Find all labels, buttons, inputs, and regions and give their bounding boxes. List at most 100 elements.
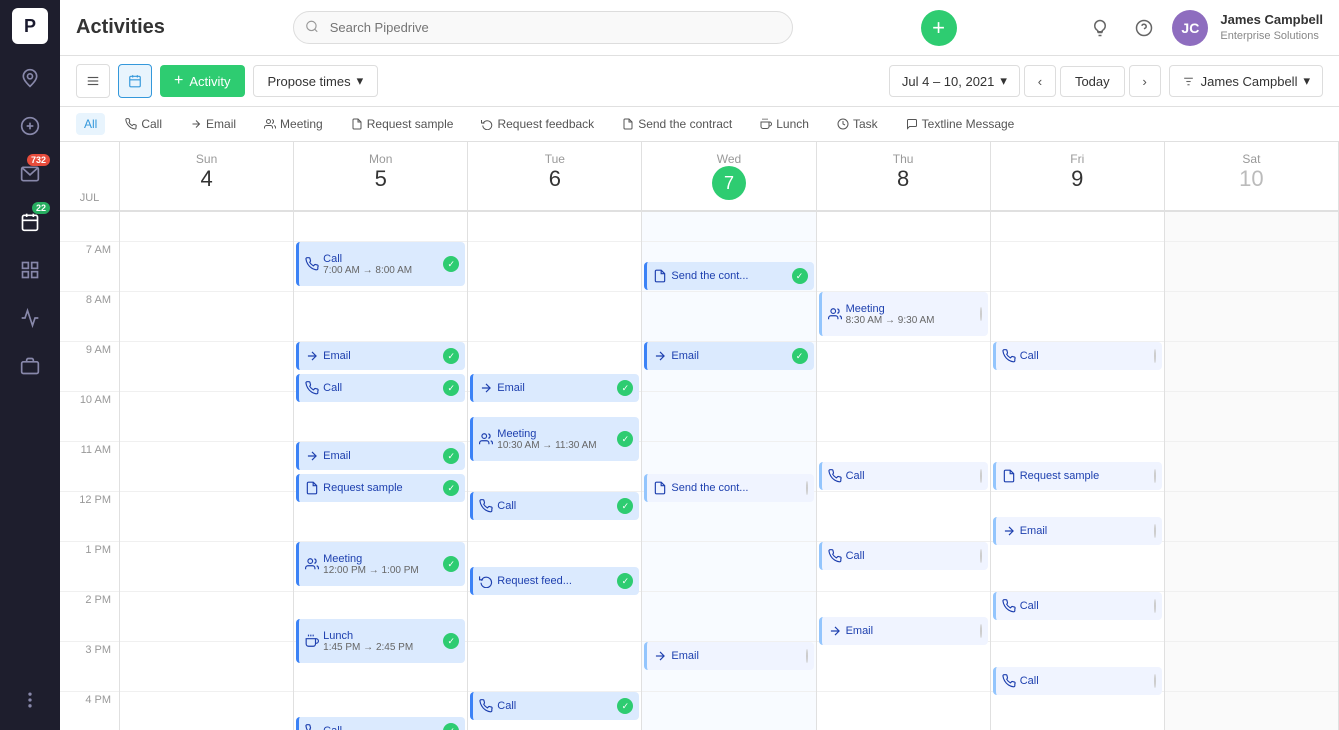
filter-tab-textline[interactable]: Textline Message bbox=[898, 113, 1023, 135]
time-slot-3pm: 3 PM bbox=[60, 642, 119, 692]
sidebar-item-analytics[interactable] bbox=[8, 296, 52, 340]
avatar: JC bbox=[1172, 10, 1208, 46]
chevron-down-icon: ▾ bbox=[1000, 73, 1007, 89]
sidebar-item-mail[interactable]: 732 bbox=[8, 152, 52, 196]
date-navigation: Jul 4 – 10, 2021 ▾ ‹ Today › bbox=[889, 65, 1161, 97]
day-col-sat10 bbox=[1165, 212, 1339, 730]
day-header-fri9: Fri 9 bbox=[991, 142, 1165, 210]
event-fri9-call-2[interactable]: Call bbox=[993, 592, 1162, 620]
event-mon5-lunch[interactable]: Lunch 1:45 PM → 2:45 PM ✓ bbox=[296, 619, 465, 663]
today-button[interactable]: Today bbox=[1060, 66, 1125, 97]
sidebar-item-briefcase[interactable] bbox=[8, 344, 52, 388]
event-mon5-request-sample[interactable]: Request sample ✓ bbox=[296, 474, 465, 502]
search-input[interactable] bbox=[293, 11, 793, 44]
time-slot-7am: 7 AM bbox=[60, 242, 119, 292]
calendar-header: JUL Sun 4 Mon 5 Tue 6 Wed 7 bbox=[60, 142, 1339, 212]
day-col-fri9: Call Request sample Email bbox=[991, 212, 1165, 730]
filter-tabs: All Call Email Meeting Request sample Re… bbox=[60, 107, 1339, 142]
add-activity-toolbar-button[interactable]: + Activity bbox=[160, 65, 245, 97]
search-container bbox=[293, 11, 793, 44]
list-view-button[interactable] bbox=[76, 64, 110, 98]
filter-tab-request-feedback[interactable]: Request feedback bbox=[473, 113, 602, 135]
event-mon5-call-3[interactable]: Call ✓ bbox=[296, 717, 465, 730]
filter-tab-email[interactable]: Email bbox=[182, 113, 244, 135]
day-header-mon5: Mon 5 bbox=[294, 142, 468, 210]
date-range-button[interactable]: Jul 4 – 10, 2021 ▾ bbox=[889, 65, 1020, 97]
event-mon5-email-1[interactable]: Email ✓ bbox=[296, 342, 465, 370]
event-mon5-meeting[interactable]: Meeting 12:00 PM → 1:00 PM ✓ bbox=[296, 542, 465, 586]
event-wed7-email-2[interactable]: Email bbox=[644, 642, 813, 670]
user-info: James Campbell Enterprise Solutions bbox=[1220, 12, 1323, 43]
event-thu8-email[interactable]: Email bbox=[819, 617, 988, 645]
time-slot-11am: 11 AM bbox=[60, 442, 119, 492]
event-mon5-call-1[interactable]: Call 7:00 AM → 8:00 AM ✓ bbox=[296, 242, 465, 286]
help-icon-button[interactable] bbox=[1128, 12, 1160, 44]
calendar-container: JUL Sun 4 Mon 5 Tue 6 Wed 7 bbox=[60, 142, 1339, 730]
event-tue6-meeting[interactable]: Meeting 10:30 AM → 11:30 AM ✓ bbox=[470, 417, 639, 461]
plus-icon: + bbox=[174, 72, 183, 90]
day-col-mon5: Call 7:00 AM → 8:00 AM ✓ Email ✓ bbox=[294, 212, 468, 730]
event-fri9-request-sample[interactable]: Request sample bbox=[993, 462, 1162, 490]
day-columns: Call 7:00 AM → 8:00 AM ✓ Email ✓ bbox=[120, 212, 1339, 730]
filter-tab-request-sample[interactable]: Request sample bbox=[343, 113, 462, 135]
topbar-right: JC James Campbell Enterprise Solutions bbox=[1084, 10, 1323, 46]
time-slot-4pm: 4 PM bbox=[60, 692, 119, 730]
sidebar-item-table[interactable] bbox=[8, 248, 52, 292]
event-wed7-send-contract-1[interactable]: Send the cont... ✓ bbox=[644, 262, 813, 290]
event-tue6-call[interactable]: Call ✓ bbox=[470, 492, 639, 520]
day-header-sat10: Sat 10 bbox=[1165, 142, 1339, 210]
time-slot-2pm: 2 PM bbox=[60, 592, 119, 642]
time-slot-10am: 10 AM bbox=[60, 392, 119, 442]
day-col-thu8: Meeting 8:30 AM → 9:30 AM Call bbox=[817, 212, 991, 730]
day-col-sun4 bbox=[120, 212, 294, 730]
user-filter-button[interactable]: James Campbell ▾ bbox=[1169, 65, 1323, 97]
filter-tab-all[interactable]: All bbox=[76, 113, 105, 135]
user-filter-chevron: ▾ bbox=[1303, 73, 1310, 89]
page-title: Activities bbox=[76, 16, 165, 39]
filter-tab-task[interactable]: Task bbox=[829, 113, 886, 135]
propose-times-button[interactable]: Propose times ▾ bbox=[253, 65, 379, 97]
event-mon5-email-2[interactable]: Email ✓ bbox=[296, 442, 465, 470]
next-week-button[interactable]: › bbox=[1129, 65, 1161, 97]
day-header-sun4: Sun 4 bbox=[120, 142, 294, 210]
event-thu8-call-1[interactable]: Call bbox=[819, 462, 988, 490]
day-header-wed7: Wed 7 bbox=[642, 142, 816, 210]
event-mon5-call-2[interactable]: Call ✓ bbox=[296, 374, 465, 402]
user-filter-label: James Campbell bbox=[1201, 74, 1298, 89]
app-container: P 732 22 Activit bbox=[0, 0, 1339, 730]
sidebar-item-sales[interactable] bbox=[8, 104, 52, 148]
calendar-badge: 22 bbox=[32, 202, 50, 214]
sidebar-item-calendar[interactable]: 22 bbox=[8, 200, 52, 244]
event-fri9-call-1[interactable]: Call bbox=[993, 342, 1162, 370]
time-slot-8am: 8 AM bbox=[60, 292, 119, 342]
time-slot-12pm: 12 PM bbox=[60, 492, 119, 542]
event-fri9-email[interactable]: Email bbox=[993, 517, 1162, 545]
filter-tab-lunch[interactable]: Lunch bbox=[752, 113, 817, 135]
date-range-label: Jul 4 – 10, 2021 bbox=[902, 74, 995, 89]
user-role: Enterprise Solutions bbox=[1220, 29, 1323, 43]
event-thu8-meeting[interactable]: Meeting 8:30 AM → 9:30 AM bbox=[819, 292, 988, 336]
event-fri9-call-3[interactable]: Call bbox=[993, 667, 1162, 695]
bulb-icon-button[interactable] bbox=[1084, 12, 1116, 44]
event-thu8-call-2[interactable]: Call bbox=[819, 542, 988, 570]
event-wed7-send-contract-2[interactable]: Send the cont... bbox=[644, 474, 813, 502]
sidebar-item-more[interactable] bbox=[8, 678, 52, 722]
add-icon: + bbox=[932, 15, 945, 41]
event-tue6-request-feed[interactable]: Request feed... ✓ bbox=[470, 567, 639, 595]
filter-tab-meeting[interactable]: Meeting bbox=[256, 113, 331, 135]
prev-week-button[interactable]: ‹ bbox=[1024, 65, 1056, 97]
chevron-down-icon: ▾ bbox=[357, 73, 364, 89]
app-logo: P bbox=[12, 8, 48, 44]
time-gutter-header: JUL bbox=[60, 142, 120, 210]
month-label: JUL bbox=[80, 192, 100, 204]
calendar-view-button[interactable] bbox=[118, 64, 152, 98]
main-content: Activities + JC James Campbell bbox=[60, 0, 1339, 730]
sidebar-item-location[interactable] bbox=[8, 56, 52, 100]
filter-tab-send-contract[interactable]: Send the contract bbox=[614, 113, 740, 135]
event-tue6-call-2[interactable]: Call ✓ bbox=[470, 692, 639, 720]
event-wed7-email[interactable]: Email ✓ bbox=[644, 342, 813, 370]
add-activity-button[interactable]: + bbox=[921, 10, 957, 46]
search-icon bbox=[305, 19, 319, 36]
event-tue6-email[interactable]: Email ✓ bbox=[470, 374, 639, 402]
filter-tab-call[interactable]: Call bbox=[117, 113, 170, 135]
